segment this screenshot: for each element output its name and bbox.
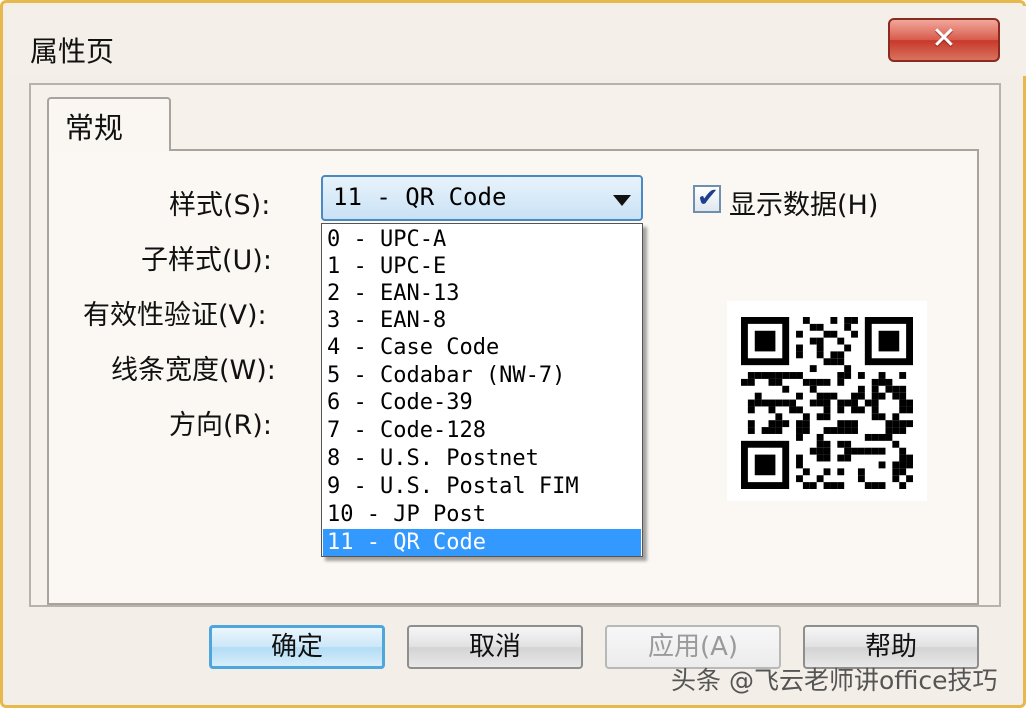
substyle-label: 子样式(U): [141,245,272,276]
barcode-preview [727,301,927,501]
direction-label: 方向(R): [169,410,272,441]
show-data-checkbox[interactable]: ✔ [693,183,721,213]
validation-label: 有效性验证(V): [83,300,267,331]
tab-general[interactable]: 常规 [47,97,171,151]
qr-code-icon [741,317,913,489]
style-option[interactable]: 6 - Code-39 [323,389,641,416]
style-option[interactable]: 5 - Codabar (NW-7) [323,362,641,389]
dialog-window: 属性页 ✕ 常规 样式(S): 子样式(U): 有效性验证(V): 线条宽度(W… [0,0,1026,708]
style-option[interactable]: 7 - Code-128 [323,417,641,444]
style-label: 样式(S): [169,190,271,221]
style-option[interactable]: 4 - Case Code [323,334,641,361]
style-option-selected[interactable]: 11 - QR Code [323,529,641,556]
style-option[interactable]: 8 - U.S. Postnet [323,445,641,472]
tab-label: 常规 [65,111,124,145]
line-width-label: 线条宽度(W): [111,355,276,386]
watermark-text: 头条 @飞云老师讲office技巧 [671,666,998,695]
ok-button[interactable]: 确定 [209,625,385,669]
style-dropdown-list[interactable]: 0 - UPC-A 1 - UPC-E 2 - EAN-13 3 - EAN-8… [321,223,643,557]
style-combobox-value: 11 - QR Code [333,183,507,211]
style-combobox[interactable]: 11 - QR Code [321,175,643,221]
close-button[interactable]: ✕ [888,18,1000,62]
chevron-down-icon[interactable] [613,195,631,206]
style-option[interactable]: 10 - JP Post [323,501,641,528]
show-data-label[interactable]: 显示数据(H) [729,183,878,222]
cancel-button[interactable]: 取消 [407,625,583,669]
style-option[interactable]: 1 - UPC-E [323,253,641,280]
style-option[interactable]: 9 - U.S. Postal FIM [323,473,641,500]
style-option[interactable]: 2 - EAN-13 [323,280,641,307]
title-bar: 属性页 ✕ [6,6,1026,76]
style-option[interactable]: 0 - UPC-A [323,226,641,253]
close-icon: ✕ [931,21,957,56]
window-title: 属性页 [30,35,115,68]
checkmark-icon: ✔ [697,183,719,213]
style-option[interactable]: 3 - EAN-8 [323,307,641,334]
